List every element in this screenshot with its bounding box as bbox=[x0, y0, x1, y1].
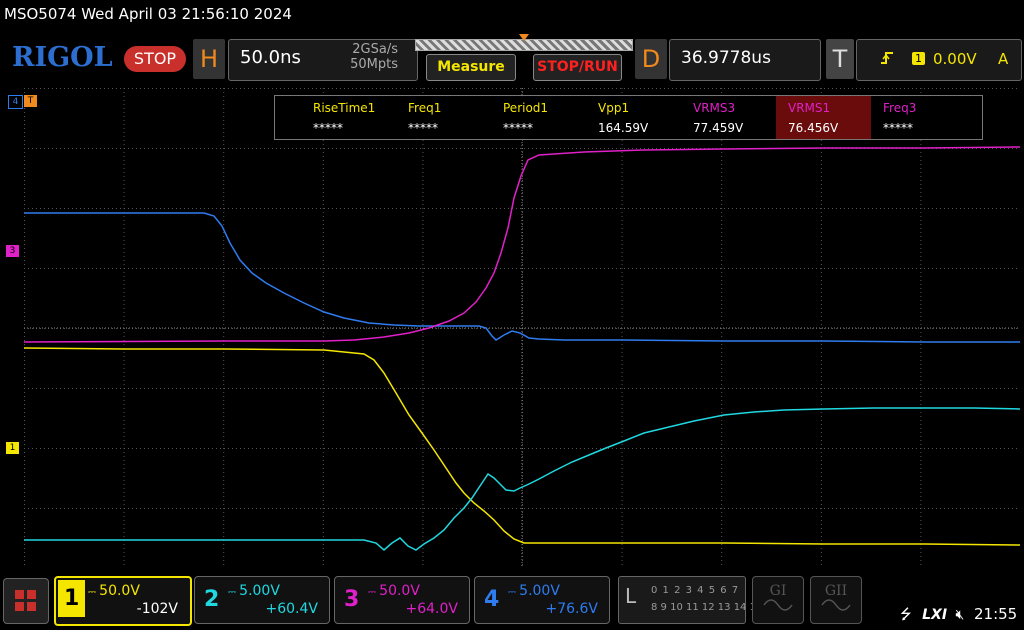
measurement-name: Vpp1 bbox=[598, 101, 630, 115]
usb-icon: ⭍ bbox=[900, 607, 912, 623]
channel-4-scale: ⎓ 5.00V bbox=[508, 583, 560, 599]
window-title: MSO5074 Wed April 03 21:56:10 2024 bbox=[4, 5, 292, 23]
trigger-marker[interactable]: T bbox=[24, 95, 37, 107]
generator-1-label: GI bbox=[769, 583, 787, 599]
measurement-name: Freq1 bbox=[408, 101, 442, 115]
channel-3-number: 3 bbox=[344, 587, 360, 612]
trigger-position-icon bbox=[519, 34, 529, 41]
measurement-value: ***** bbox=[313, 121, 343, 135]
measurement-name: Period1 bbox=[503, 101, 549, 115]
ch1-trace bbox=[24, 347, 1020, 546]
generator-2-label: GII bbox=[824, 583, 848, 599]
dc-coupling-icon: ⎓ bbox=[368, 587, 380, 598]
measurement-panel[interactable]: RiseTime1 ***** Freq1 ***** Period1 ***** Vpp1… bbox=[274, 95, 983, 140]
memory-depth: 50Mpts bbox=[350, 57, 398, 72]
channel-1-scale-value: 50.0V bbox=[99, 583, 140, 599]
horizontal-button[interactable]: H bbox=[193, 39, 225, 79]
channel-2-number: 2 bbox=[204, 587, 220, 612]
stop-run-button[interactable]: STOP/RUN bbox=[533, 54, 622, 81]
channel-2-scale-value: 5.00V bbox=[239, 583, 280, 599]
run-state-badge[interactable]: STOP bbox=[124, 46, 186, 72]
measurement-item[interactable]: VRMS3 77.459V bbox=[681, 96, 776, 139]
generator-2-button[interactable]: GII bbox=[810, 576, 862, 624]
channel-1-number: 1 bbox=[58, 580, 86, 617]
graticule-grid bbox=[24, 88, 1020, 568]
dc-coupling-icon: ⎓ bbox=[88, 587, 100, 598]
channel-4-scale-value: 5.00V bbox=[519, 583, 560, 599]
clock: 21:55 bbox=[974, 605, 1018, 623]
channel-1-offset: -102V bbox=[136, 601, 178, 617]
measurement-item[interactable]: Freq1 ***** bbox=[396, 96, 491, 139]
status-icons: ⭍ LXI 🔇︎ bbox=[900, 604, 964, 628]
timebase-value: 50.0ns bbox=[240, 47, 301, 68]
rigol-logo: RIGOL bbox=[12, 42, 113, 73]
sample-rate: 2GSa/s bbox=[352, 42, 398, 57]
measurement-item[interactable]: Freq3 ***** bbox=[871, 96, 966, 139]
sine-wave-icon bbox=[821, 599, 851, 611]
delay-value: 36.9778us bbox=[681, 48, 771, 68]
lxi-icon: LXI bbox=[922, 607, 948, 623]
delay-button[interactable]: D bbox=[635, 39, 667, 79]
channel-1-scale: ⎓ 50.0V bbox=[88, 583, 140, 599]
logic-channels-row1: 0 1 2 3 4 5 6 7 bbox=[651, 585, 740, 596]
channel-4-offset: +76.6V bbox=[545, 601, 598, 617]
channel-3-offset: +64.0V bbox=[405, 601, 458, 617]
main-menu-button[interactable] bbox=[3, 578, 49, 624]
sine-wave-icon bbox=[763, 599, 793, 611]
ch4-marker[interactable]: 4 bbox=[8, 95, 23, 109]
ch1-marker[interactable]: 1 bbox=[6, 442, 19, 454]
measurement-name: RiseTime1 bbox=[313, 101, 376, 115]
generator-1-button[interactable]: GI bbox=[752, 576, 804, 624]
waveform-display[interactable] bbox=[24, 88, 1020, 568]
rising-edge-icon bbox=[880, 50, 894, 70]
measurement-name: VRMS3 bbox=[693, 101, 736, 115]
logic-channels-row2: 8 9 10 11 12 13 14 15 bbox=[651, 602, 763, 613]
measurement-value: ***** bbox=[883, 121, 913, 135]
acquisition-info: 2GSa/s 50Mpts bbox=[341, 42, 398, 72]
grid-menu-icon bbox=[15, 590, 36, 611]
channel-4-number: 4 bbox=[484, 587, 500, 612]
trigger-mode: A bbox=[998, 50, 1009, 68]
trigger-source: 1 bbox=[912, 52, 925, 65]
channel-3-scale: ⎓ 50.0V bbox=[368, 583, 420, 599]
measurement-item[interactable]: RiseTime1 ***** bbox=[301, 96, 396, 139]
measurement-item[interactable]: Vpp1 164.59V bbox=[586, 96, 681, 139]
channel-2-offset: +60.4V bbox=[265, 601, 318, 617]
channel-2-scale: ⎓ 5.00V bbox=[228, 583, 280, 599]
dc-coupling-icon: ⎓ bbox=[508, 587, 520, 598]
measurement-value: ***** bbox=[408, 121, 438, 135]
logic-letter: L bbox=[625, 584, 637, 608]
measurement-item[interactable]: VRMS1 76.456V bbox=[776, 96, 871, 139]
measurement-value: 76.456V bbox=[788, 121, 839, 135]
measurement-name: VRMS1 bbox=[788, 101, 831, 115]
channel-3-scale-value: 50.0V bbox=[379, 583, 420, 599]
measurement-value: 77.459V bbox=[693, 121, 744, 135]
trigger-level: 0.00V bbox=[933, 50, 977, 68]
trigger-button[interactable]: T bbox=[826, 39, 854, 79]
dc-coupling-icon: ⎓ bbox=[228, 587, 240, 598]
measurement-value: ***** bbox=[503, 121, 533, 135]
logic-analyzer-panel[interactable] bbox=[618, 576, 746, 624]
measurement-name: Freq3 bbox=[883, 101, 917, 115]
measurement-item[interactable]: Period1 ***** bbox=[491, 96, 586, 139]
measure-button[interactable]: Measure bbox=[426, 54, 516, 81]
measurement-value: 164.59V bbox=[598, 121, 649, 135]
speaker-muted-icon[interactable]: 🔇︎ bbox=[956, 607, 965, 623]
ch3-marker[interactable]: 3 bbox=[6, 245, 19, 257]
